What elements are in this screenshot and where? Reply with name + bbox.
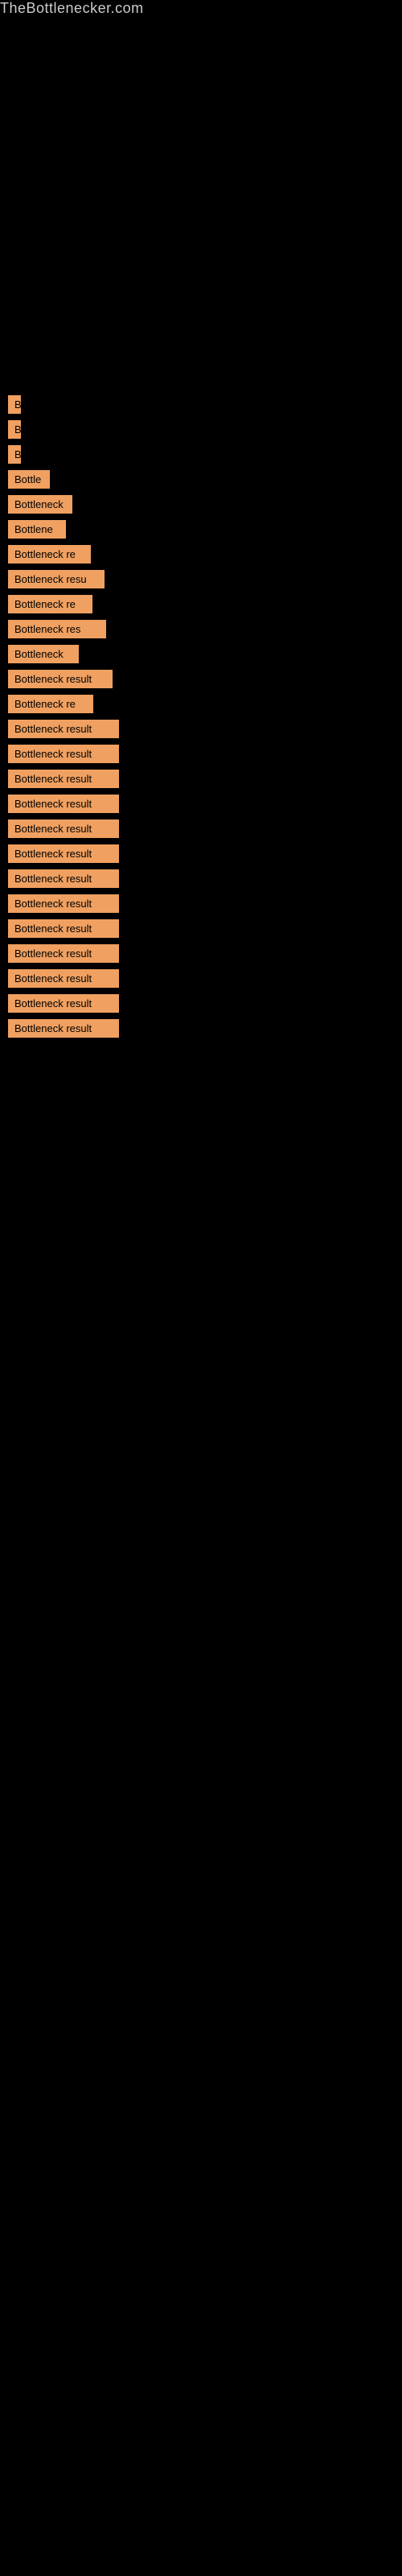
bottleneck-item-4: Bottle	[8, 470, 50, 489]
bottleneck-item-22: Bottleneck result	[8, 919, 119, 938]
bottleneck-item-1: B	[8, 395, 21, 414]
bottleneck-item-13: Bottleneck re	[8, 695, 93, 713]
bottleneck-item-3: B	[8, 445, 21, 464]
bottleneck-item-15: Bottleneck result	[8, 745, 119, 763]
bottleneck-item-25: Bottleneck result	[8, 994, 119, 1013]
bottleneck-item-10: Bottleneck res	[8, 620, 106, 638]
bottleneck-item-18: Bottleneck result	[8, 819, 119, 838]
site-title-bar: TheBottlenecker.com	[0, 0, 402, 17]
site-title: TheBottlenecker.com	[0, 0, 144, 24]
bottleneck-list: BBBBottleBottleneckBottleneBottleneck re…	[0, 17, 402, 1052]
bottleneck-item-17: Bottleneck result	[8, 795, 119, 813]
bottleneck-item-6: Bottlene	[8, 520, 66, 539]
bottleneck-item-24: Bottleneck result	[8, 969, 119, 988]
bottleneck-item-23: Bottleneck result	[8, 944, 119, 963]
bottleneck-item-11: Bottleneck	[8, 645, 79, 663]
bottleneck-item-19: Bottleneck result	[8, 844, 119, 863]
bottleneck-item-20: Bottleneck result	[8, 869, 119, 888]
bottleneck-item-21: Bottleneck result	[8, 894, 119, 913]
bottleneck-item-2: B	[8, 420, 21, 439]
bottleneck-item-9: Bottleneck re	[8, 595, 92, 613]
bottleneck-item-12: Bottleneck result	[8, 670, 113, 688]
bottleneck-item-7: Bottleneck re	[8, 545, 91, 564]
bottleneck-item-8: Bottleneck resu	[8, 570, 105, 588]
bottleneck-item-5: Bottleneck	[8, 495, 72, 514]
bottleneck-item-26: Bottleneck result	[8, 1019, 119, 1038]
bottleneck-item-14: Bottleneck result	[8, 720, 119, 738]
bottleneck-item-16: Bottleneck result	[8, 770, 119, 788]
